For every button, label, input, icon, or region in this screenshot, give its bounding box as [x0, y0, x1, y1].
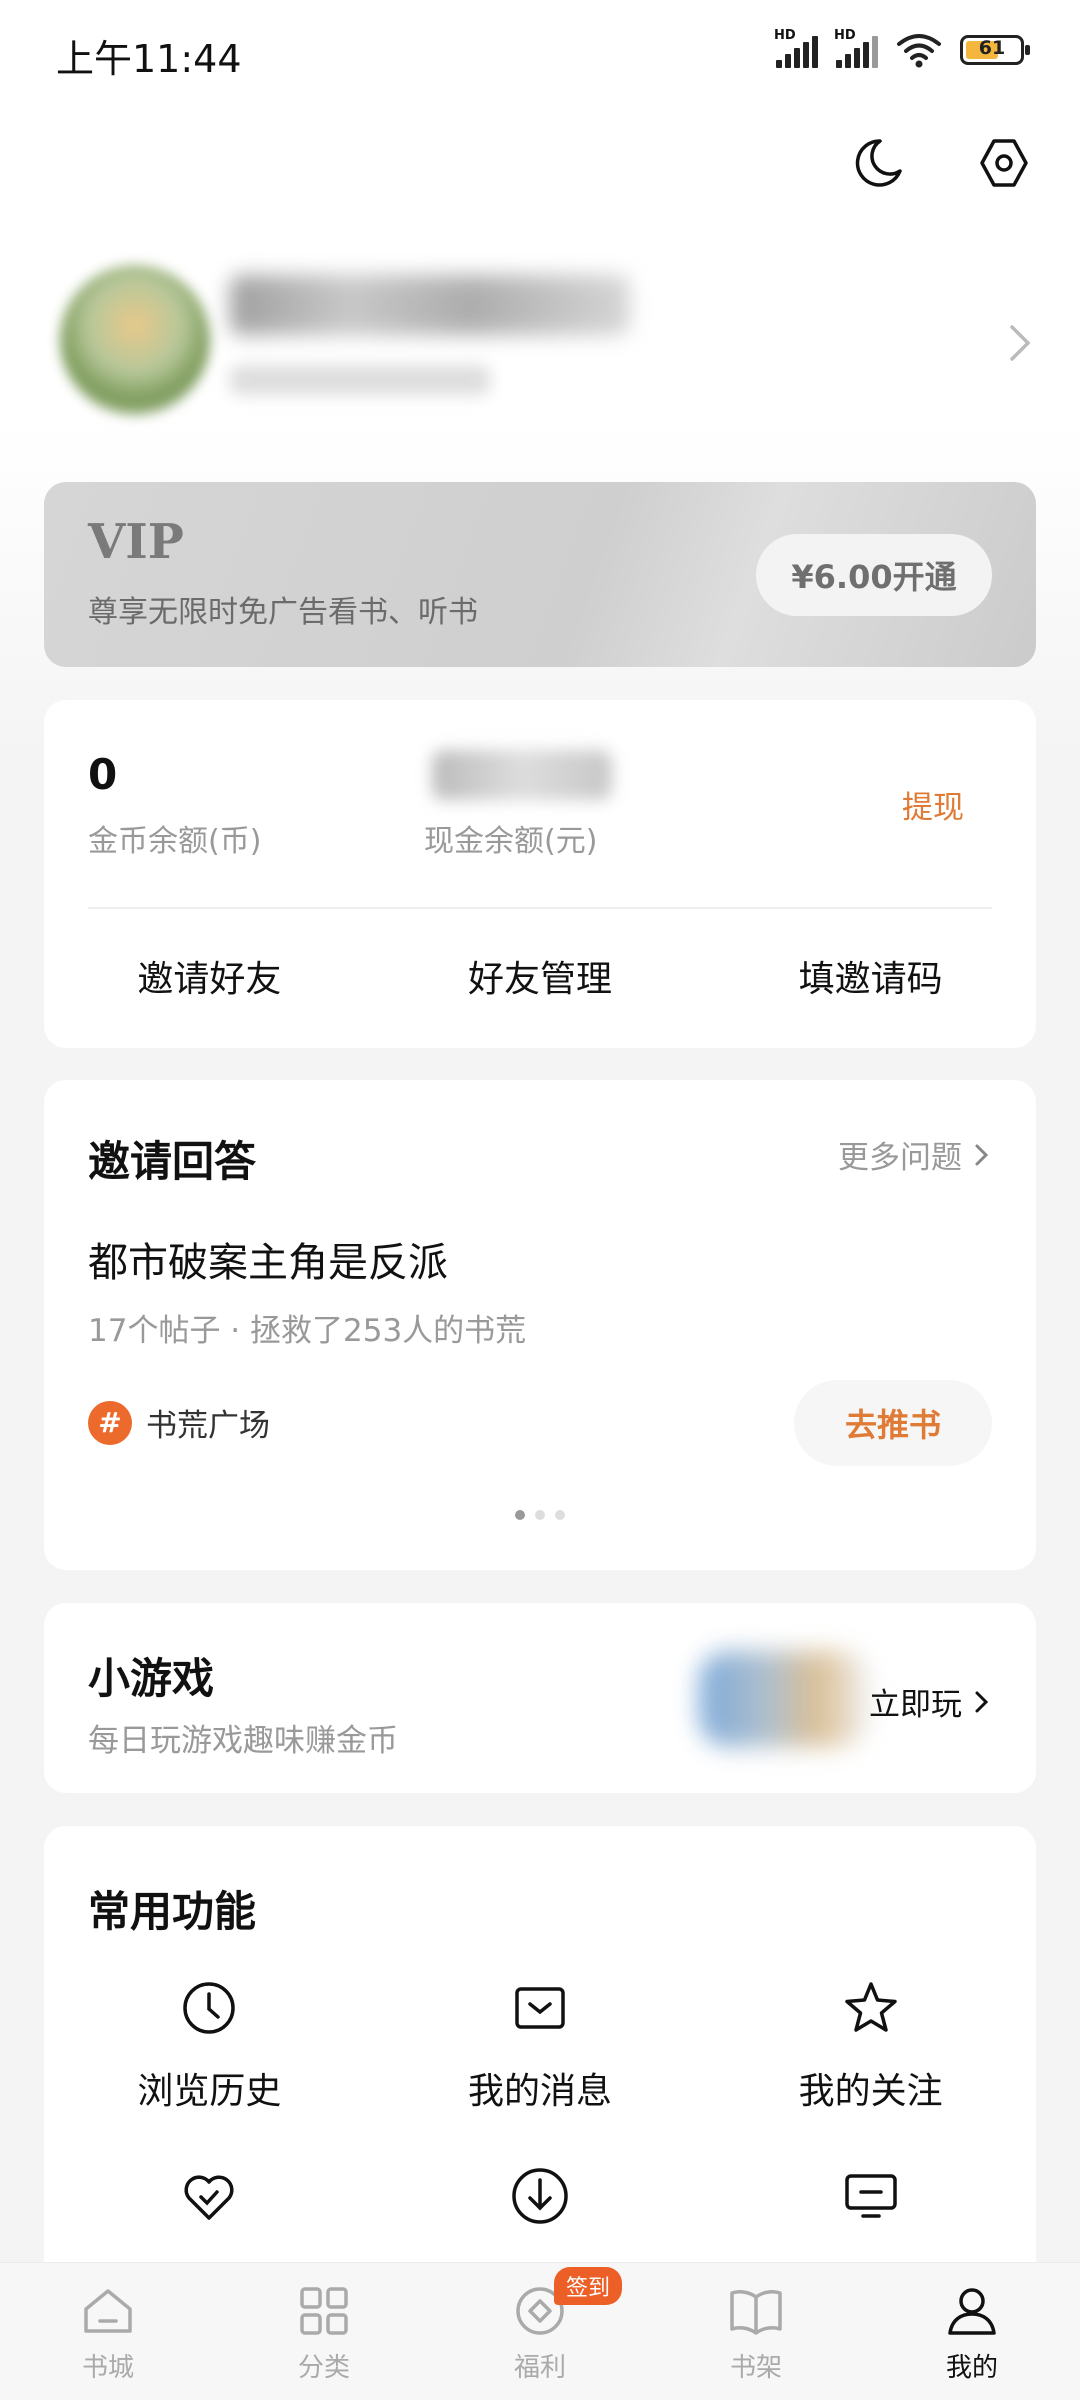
- user-subtitle-blurred: [230, 365, 490, 395]
- tab-welfare[interactable]: 福利 签到: [432, 2263, 648, 2400]
- recommend-book-button[interactable]: 去推书: [794, 1380, 992, 1466]
- profile-section[interactable]: [40, 255, 1040, 435]
- withdraw-link[interactable]: 提现: [902, 782, 964, 827]
- vip-open-button[interactable]: ¥6.00开通: [756, 534, 992, 616]
- invite-answer-card: 邀请回答 更多问题 都市破案主角是反派 17个帖子 · 拯救了253人的书荒 #…: [44, 1080, 1036, 1570]
- friend-actions: 邀请好友 好友管理 填邀请码: [44, 950, 1036, 1002]
- wallet-card: 0 金币余额(币) 现金余额(元) 提现 邀请好友 好友管理 填邀请码: [44, 700, 1036, 1048]
- page-dot: [515, 1510, 525, 1520]
- question-title[interactable]: 都市破案主角是反派: [88, 1230, 448, 1288]
- wifi-icon: [897, 34, 941, 68]
- invite-title: 邀请回答: [88, 1137, 257, 1186]
- topic-tag[interactable]: # 书荒广场: [88, 1400, 270, 1445]
- game-thumbnails-blurred: [699, 1651, 869, 1747]
- following-button[interactable]: 我的关注: [705, 1976, 1036, 2114]
- book-icon: [730, 2290, 782, 2335]
- common-functions-title: 常用功能: [88, 1887, 257, 1936]
- mini-games-card[interactable]: 小游戏 每日玩游戏趣味赚金币 立即玩: [44, 1603, 1036, 1793]
- enter-invite-code-button[interactable]: 填邀请码: [705, 950, 1036, 1002]
- settings-hex-icon[interactable]: [976, 135, 1032, 191]
- chevron-right-icon[interactable]: [1000, 315, 1040, 371]
- monitor-icon: [844, 2174, 897, 2218]
- cash-balance-blurred: [432, 750, 612, 800]
- functions-grid: 浏览历史 我的消息 我的关注: [44, 1976, 1036, 2228]
- tab-bookstore[interactable]: 书城: [0, 2263, 216, 2400]
- invite-friends-button[interactable]: 邀请好友: [44, 950, 375, 1002]
- grid-icon: [300, 2287, 348, 2335]
- avatar[interactable]: [60, 265, 210, 415]
- games-title: 小游戏: [88, 1654, 215, 1703]
- page-indicator: [44, 1510, 1036, 1520]
- user-icon: [948, 2288, 996, 2335]
- vip-title: VIP: [88, 514, 184, 570]
- tab-mine[interactable]: 我的: [864, 2263, 1080, 2400]
- page-dot: [535, 1510, 545, 1520]
- divider: [88, 907, 992, 909]
- play-now-link[interactable]: 立即玩: [869, 1679, 992, 1724]
- signal-icon-2: HD: [834, 28, 878, 68]
- star-icon: [844, 1982, 897, 2032]
- screen-button[interactable]: [705, 2164, 1036, 2228]
- username-blurred: [230, 275, 630, 335]
- home-icon: [84, 2289, 132, 2333]
- header-actions: [850, 135, 1032, 191]
- clock-icon: [183, 1982, 236, 2034]
- bottom-tab-bar: 书城 分类 福利 签到 书架 我的: [0, 2262, 1080, 2400]
- cash-balance[interactable]: 现金余额(元): [424, 750, 612, 860]
- hashtag-icon: #: [88, 1400, 132, 1445]
- coin-balance-value: 0: [88, 750, 118, 799]
- history-button[interactable]: 浏览历史: [44, 1976, 375, 2114]
- status-time: 上午11:44: [56, 37, 242, 81]
- message-icon: [515, 1987, 565, 2029]
- signal-icon: HD: [774, 28, 818, 68]
- tab-category[interactable]: 分类: [216, 2263, 432, 2400]
- moon-icon[interactable]: [850, 135, 906, 191]
- heart-check-icon: [184, 2175, 234, 2220]
- chevron-right-icon: [975, 1144, 989, 1165]
- status-bar: 上午11:44 HD HD 61: [0, 0, 1080, 100]
- vip-banner[interactable]: VIP 尊享无限时免广告看书、听书 ¥6.00开通: [44, 482, 1036, 667]
- topic-tag-label: 书荒广场: [146, 1408, 270, 1444]
- chevron-right-icon: [975, 1691, 989, 1712]
- downloads-button[interactable]: [375, 2164, 706, 2228]
- coin-balance[interactable]: 0 金币余额(币): [88, 750, 261, 860]
- manage-friends-button[interactable]: 好友管理: [375, 950, 706, 1002]
- cash-balance-label: 现金余额(元): [424, 824, 598, 859]
- page-dot: [555, 1510, 565, 1520]
- battery-icon: 61: [960, 35, 1030, 65]
- download-icon: [512, 2168, 568, 2224]
- favorites-button[interactable]: [44, 2164, 375, 2228]
- more-questions-link[interactable]: 更多问题: [838, 1132, 992, 1177]
- vip-description: 尊享无限时免广告看书、听书: [88, 595, 478, 630]
- tab-bookshelf[interactable]: 书架: [648, 2263, 864, 2400]
- question-meta: 17个帖子 · 拯救了253人的书荒: [88, 1313, 527, 1349]
- status-icons: HD HD 61: [774, 28, 1030, 68]
- checkin-badge[interactable]: 签到: [554, 2267, 623, 2305]
- messages-button[interactable]: 我的消息: [375, 1976, 706, 2114]
- coin-balance-label: 金币余额(币): [88, 824, 262, 859]
- games-description: 每日玩游戏趣味赚金币: [88, 1723, 398, 1759]
